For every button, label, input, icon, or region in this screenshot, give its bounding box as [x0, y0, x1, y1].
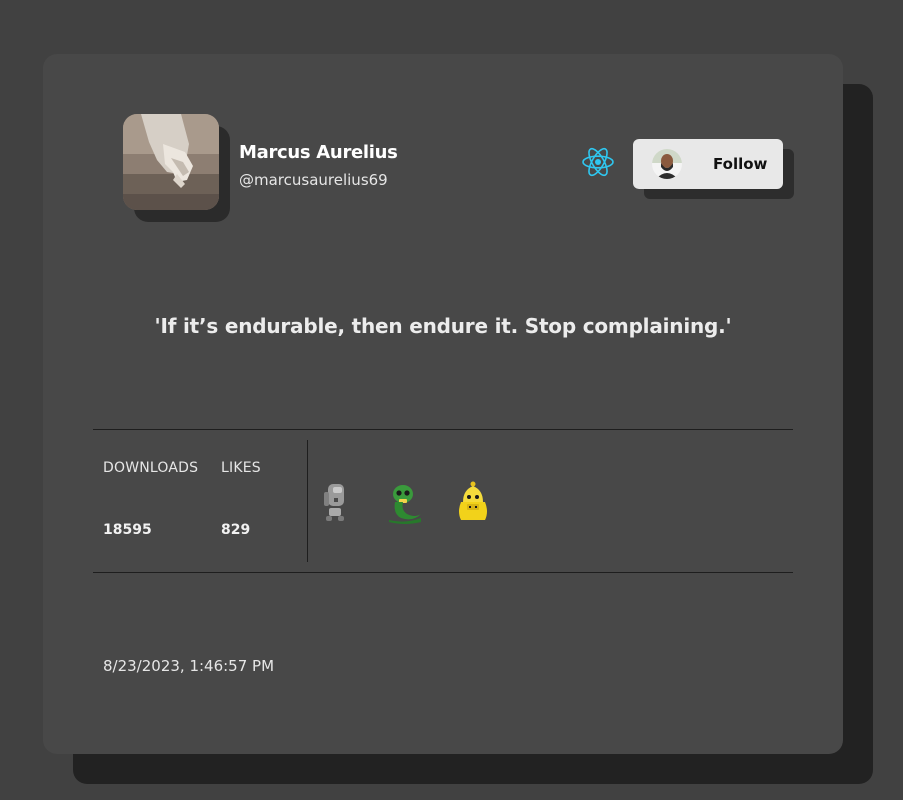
likes-label: LIKES	[221, 460, 261, 476]
react-icon	[582, 147, 614, 177]
follow-button-label: Follow	[713, 155, 768, 173]
green-snake-icon[interactable]	[385, 480, 425, 524]
avatar[interactable]	[123, 114, 219, 210]
follow-button[interactable]: Follow	[633, 139, 783, 189]
follower-avatar	[652, 149, 682, 179]
stats-divider	[307, 440, 308, 562]
quote-text: 'If it’s endurable, then endure it. Stop…	[154, 314, 732, 338]
downloads-label: DOWNLOADS	[103, 460, 199, 476]
gray-robot-icon[interactable]	[317, 480, 357, 524]
divider-bottom	[93, 572, 793, 573]
user-handle[interactable]: @marcusaurelius69	[239, 171, 388, 189]
downloads-value: 18595	[103, 522, 152, 538]
yellow-creature-icon[interactable]	[453, 480, 493, 524]
statue-hand-image	[123, 114, 219, 210]
divider-top	[93, 429, 793, 430]
timestamp: 8/23/2023, 1:46:57 PM	[103, 657, 275, 675]
profile-card: Marcus Aurelius @marcusaurelius69 Follow…	[43, 54, 843, 754]
likes-value: 829	[221, 522, 251, 538]
user-name: Marcus Aurelius	[239, 142, 398, 163]
